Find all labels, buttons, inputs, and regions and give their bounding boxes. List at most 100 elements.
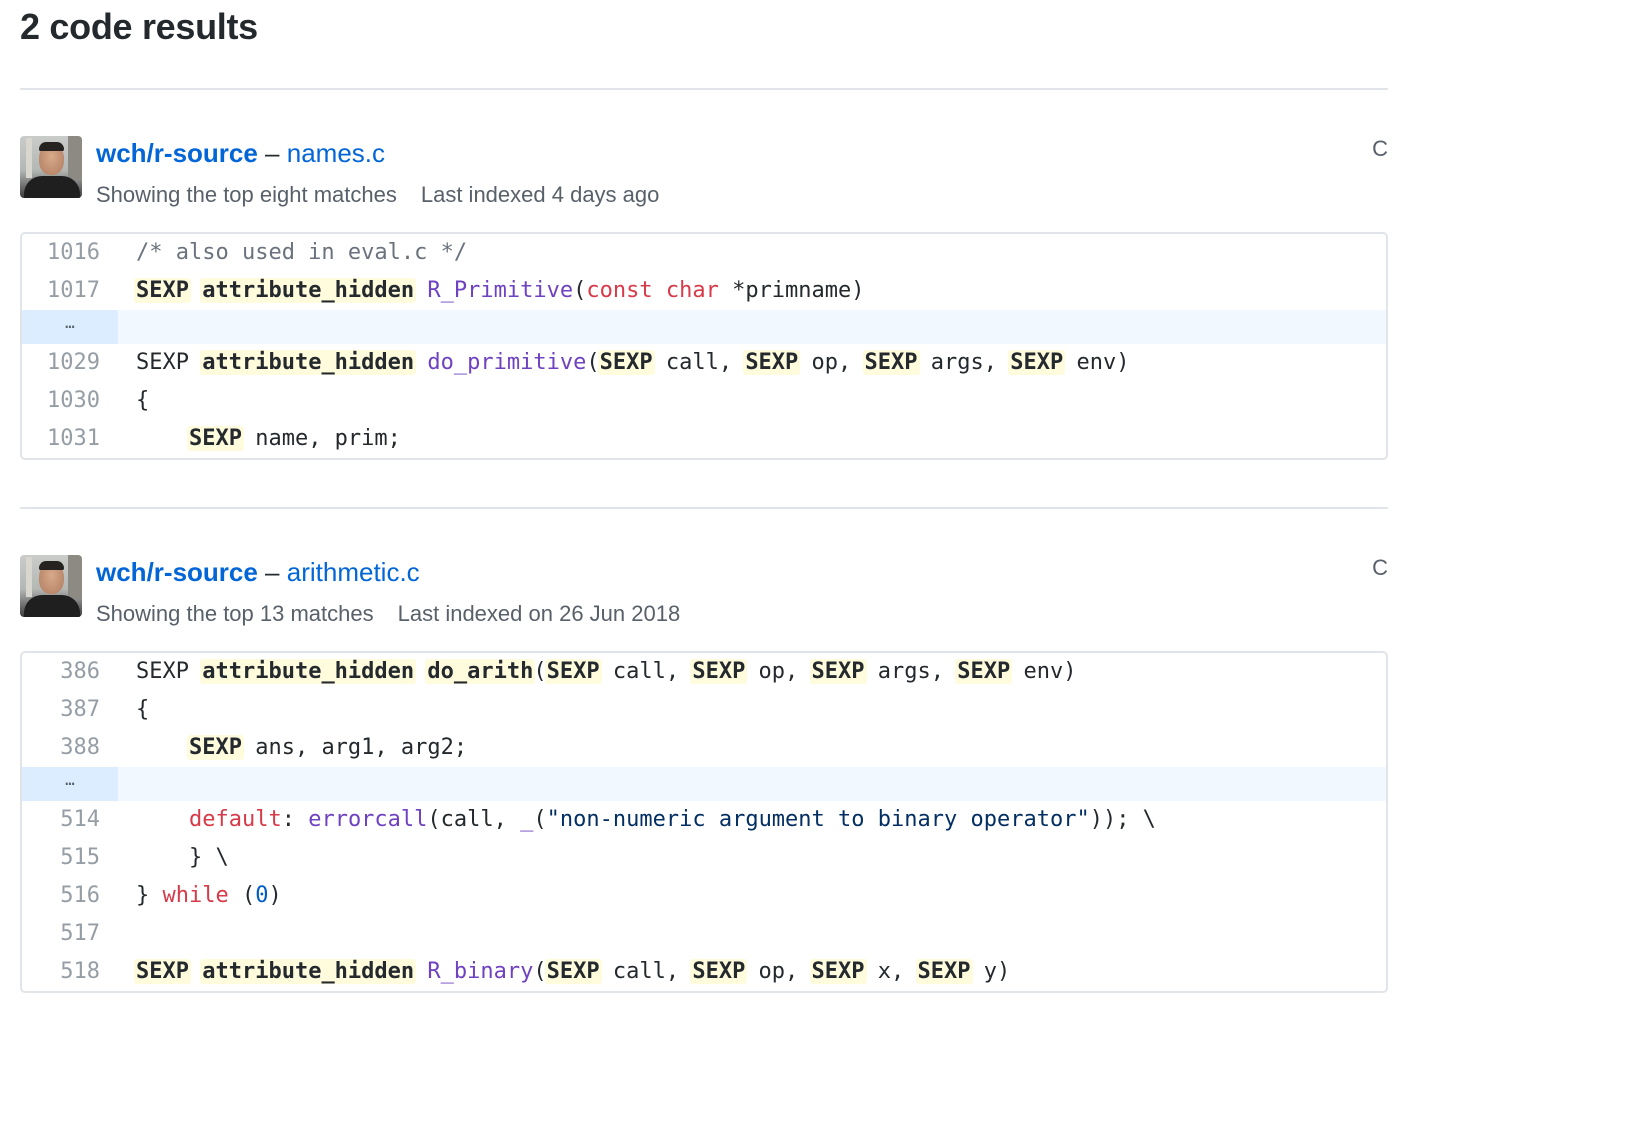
file-link[interactable]: names.c xyxy=(287,138,385,168)
code-line: 1029 SEXP attribute_hidden do_primitive(S… xyxy=(22,344,1386,382)
line-number[interactable]: 518 xyxy=(22,953,100,991)
line-code: SEXP attribute_hidden R_binary(SEXP call… xyxy=(134,953,1011,991)
code-token: ) xyxy=(268,883,282,908)
line-number[interactable]: 388 xyxy=(22,729,100,767)
code-line: 518 SEXP attribute_hidden R_binary(SEXP c… xyxy=(22,953,1386,991)
code-token: op, xyxy=(745,959,812,984)
code-token: call, xyxy=(652,350,746,375)
code-token: ( xyxy=(573,278,587,303)
code-token: ( xyxy=(533,807,547,832)
expand-lines-button[interactable]: … xyxy=(22,767,1386,801)
code-token: } xyxy=(136,883,163,908)
line-number[interactable]: 514 xyxy=(22,801,100,839)
line-number[interactable]: 515 xyxy=(22,839,100,877)
line-code: default: errorcall(call, _("non-numeric … xyxy=(136,801,1156,839)
line-number[interactable]: 1016 xyxy=(22,234,100,272)
line-code: /* also used in eval.c */ xyxy=(136,234,467,272)
code-token: (call, xyxy=(427,807,521,832)
code-line: 517 xyxy=(22,915,1386,953)
line-code: SEXP name, prim; xyxy=(136,420,401,458)
language-label: C xyxy=(1372,136,1388,161)
line-code: { xyxy=(136,382,149,420)
repo-link[interactable]: wch/r-source xyxy=(96,557,258,587)
code-line: 515 } \ xyxy=(22,839,1386,877)
code-token: call, xyxy=(599,959,693,984)
match-highlight: SEXP xyxy=(955,659,1013,684)
code-token: y) xyxy=(970,959,1011,984)
line-number[interactable]: 1031 xyxy=(22,420,100,458)
code-token: name, prim; xyxy=(241,426,401,451)
avatar[interactable] xyxy=(20,555,82,617)
code-line: 516} while (0) xyxy=(22,877,1386,915)
code-token: call, xyxy=(599,659,693,684)
code-token: SEXP xyxy=(136,659,203,684)
match-highlight: attribute_hidden xyxy=(200,278,417,303)
code-token: "non-numeric argument to binary operator… xyxy=(546,807,1090,832)
matches-count: Showing the top eight matches xyxy=(96,182,397,207)
avatar[interactable] xyxy=(20,136,82,198)
code-token: SEXP xyxy=(136,350,203,375)
line-number[interactable]: 517 xyxy=(22,915,100,953)
code-token: while xyxy=(162,883,229,908)
match-highlight: SEXP xyxy=(809,659,867,684)
line-code: } \ xyxy=(136,839,229,877)
code-token: { xyxy=(136,388,150,413)
match-highlight: SEXP xyxy=(915,959,973,984)
match-highlight: SEXP xyxy=(862,350,920,375)
match-highlight: SEXP xyxy=(597,350,655,375)
line-number[interactable]: 387 xyxy=(22,691,100,729)
match-highlight: SEXP xyxy=(186,735,244,760)
match-highlight: SEXP xyxy=(544,959,602,984)
match-highlight: attribute_hidden xyxy=(200,959,417,984)
match-highlight: attribute_hidden xyxy=(200,350,417,375)
code-token: { xyxy=(136,697,150,722)
expand-lines-button[interactable]: … xyxy=(22,310,1386,344)
match-highlight: SEXP xyxy=(186,426,244,451)
code-token: x, xyxy=(864,959,918,984)
code-token: R_binary xyxy=(427,959,534,984)
line-code: SEXP ans, arg1, arg2; xyxy=(136,729,467,767)
match-highlight: SEXP xyxy=(544,659,602,684)
code-token: : xyxy=(281,807,309,832)
line-code: SEXP attribute_hidden do_primitive(SEXP … xyxy=(136,344,1129,382)
code-line: 388 SEXP ans, arg1, arg2; xyxy=(22,729,1386,767)
line-code: } while (0) xyxy=(136,877,282,915)
code-token: args, xyxy=(917,350,1011,375)
line-number[interactable]: 386 xyxy=(22,653,100,691)
code-token: R_Primitive xyxy=(427,278,574,303)
code-token: ( xyxy=(228,883,256,908)
match-highlight: attribute_hidden xyxy=(200,659,417,684)
result-meta: Showing the top 13 matches Last indexed o… xyxy=(96,601,680,627)
code-token: _ xyxy=(520,807,534,832)
code-line: 387 { xyxy=(22,691,1386,729)
line-number[interactable]: 1017 xyxy=(22,272,100,310)
code-token: default xyxy=(188,807,282,832)
match-highlight: SEXP xyxy=(743,350,801,375)
ellipsis-icon[interactable]: … xyxy=(22,310,118,344)
code-line: 386 SEXP attribute_hidden do_arith(SEXP c… xyxy=(22,653,1386,691)
line-number[interactable]: 516 xyxy=(22,877,100,915)
file-link[interactable]: arithmetic.c xyxy=(287,557,420,587)
match-highlight: SEXP xyxy=(134,959,191,984)
line-code: SEXP attribute_hidden R_Primitive(const … xyxy=(134,272,865,310)
match-highlight: SEXP xyxy=(809,959,867,984)
code-token: do_primitive xyxy=(427,350,587,375)
repo-link[interactable]: wch/r-source xyxy=(96,138,258,168)
last-indexed: Last indexed on 26 Jun 2018 xyxy=(397,601,681,626)
line-number[interactable]: 1030 xyxy=(22,382,100,420)
last-indexed: Last indexed 4 days ago xyxy=(420,182,660,207)
ellipsis-icon[interactable]: … xyxy=(22,767,118,801)
separator: – xyxy=(257,557,287,587)
code-token: 0 xyxy=(255,883,269,908)
match-highlight: SEXP xyxy=(690,959,748,984)
code-token: op, xyxy=(745,659,812,684)
line-number[interactable]: 1029 xyxy=(22,344,100,382)
match-highlight: SEXP xyxy=(1008,350,1066,375)
code-token: env) xyxy=(1063,350,1130,375)
